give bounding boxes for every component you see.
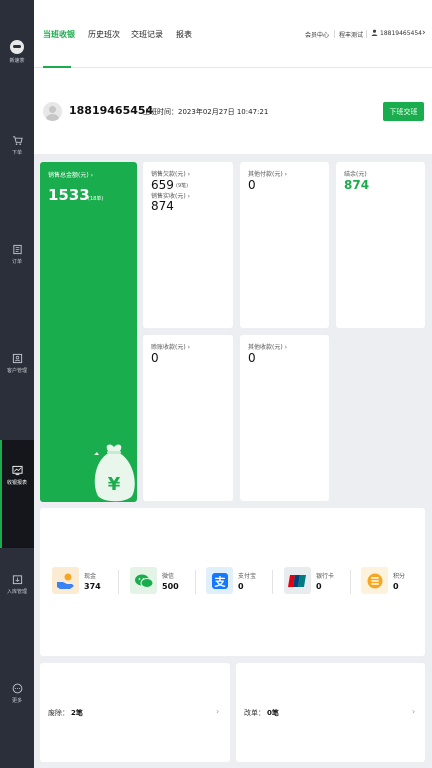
- points-icon: [361, 567, 388, 594]
- order-icon: [11, 243, 23, 255]
- sidebar-item-label: 收银报表: [6, 480, 27, 486]
- wechat-icon: [130, 567, 157, 594]
- customer-icon: [11, 352, 23, 364]
- payment-divider: [195, 570, 196, 594]
- payment-value: 0: [393, 582, 399, 591]
- svg-text:支: 支: [213, 574, 226, 588]
- alipay-icon: 支: [206, 567, 233, 594]
- sidebar-item-report[interactable]: 收银报表: [0, 440, 34, 548]
- warehouse-icon: [11, 573, 23, 585]
- modify-label: 改单：: [244, 709, 265, 717]
- other-income-value: 0: [248, 351, 256, 365]
- payment-divider: [350, 570, 351, 594]
- sidebar-item-label: 更多: [11, 698, 22, 704]
- balance-label: 结余(元): [344, 171, 367, 178]
- chevron-right-icon: ›: [216, 707, 220, 716]
- shift-time-label: 上班时间：: [143, 108, 178, 116]
- user-account[interactable]: 18819465454: [380, 30, 422, 37]
- payment-name: 支付宝: [238, 573, 257, 580]
- credit-collection-label: 赊账收款(元) ›: [151, 344, 190, 351]
- tab-reports[interactable]: 报表: [176, 29, 192, 40]
- tab-current-shift[interactable]: 当班收银: [43, 29, 75, 40]
- shift-time-value: 2023年02月27日 10:47:21: [178, 108, 269, 116]
- handover-button[interactable]: 下班交班: [383, 102, 424, 121]
- payment-name: 积分: [393, 573, 406, 580]
- sidebar-item-customers[interactable]: 客户管理: [0, 352, 34, 382]
- shift-info-bar: 18819465454 上班时间：2023年02月27日 10:47:21 下班…: [34, 68, 432, 154]
- tab-handover-records[interactable]: 交班记录: [131, 29, 163, 40]
- void-orders-card[interactable]: 废除： 2笔 ›: [40, 663, 230, 762]
- header-divider: [366, 30, 367, 38]
- cart-icon: [11, 134, 23, 146]
- sidebar-item-label: 订单: [11, 259, 22, 265]
- store-name[interactable]: 程丰测试: [339, 30, 363, 39]
- modified-orders-card[interactable]: 改单： 0笔 ›: [236, 663, 425, 762]
- sales-received-value: 874: [151, 199, 174, 213]
- payment-value: 0: [316, 582, 322, 591]
- sidebar-item-label: 下单: [11, 150, 22, 156]
- other-income-card[interactable]: 其他收款(元) › 0: [240, 335, 329, 501]
- credit-collection-value: 0: [151, 351, 159, 365]
- tab-history-shifts[interactable]: 历史班次: [88, 29, 120, 40]
- sidebar-item-orders[interactable]: 订单: [0, 243, 34, 273]
- logo-text: 新速茶: [9, 58, 25, 64]
- sidebar-item-more[interactable]: 更多: [0, 682, 34, 712]
- unionpay-icon: [284, 567, 311, 594]
- more-icon: [11, 682, 23, 694]
- payment-value: 0: [238, 582, 244, 591]
- payment-name: 现金: [84, 573, 97, 580]
- other-payment-label: 其他付款(元) ›: [248, 171, 287, 178]
- report-icon: [11, 464, 23, 476]
- sales-owed-label: 销售欠款(元) ›: [151, 171, 190, 178]
- avatar: [43, 102, 62, 121]
- balance-value: 874: [344, 178, 370, 192]
- sales-owed-card[interactable]: 销售欠款(元) › 659 (9笔) 销售实收(元) › 874: [143, 162, 233, 328]
- modify-value: 0笔: [267, 709, 279, 717]
- sales-total-count: (18单): [88, 196, 104, 202]
- other-income-label: 其他收款(元) ›: [248, 344, 287, 351]
- logo-icon: [10, 40, 24, 54]
- header-divider: [334, 30, 335, 38]
- sidebar-item-order-create[interactable]: 下单: [0, 134, 34, 164]
- balance-card: 结余(元) 874: [336, 162, 425, 328]
- void-label: 废除：: [48, 709, 69, 717]
- chevron-right-icon: ›: [412, 707, 416, 716]
- void-value: 2笔: [71, 709, 83, 717]
- money-bag-icon: ¥: [94, 444, 135, 502]
- payment-name: 微信: [162, 573, 175, 580]
- top-header: 当班收银 历史班次 交班记录 报表 会员中心 程丰测试 18819465454 …: [34, 0, 432, 68]
- sidebar-item-warehouse[interactable]: 入库管理: [0, 573, 34, 603]
- shift-start-time: 上班时间：2023年02月27日 10:47:21: [143, 107, 268, 117]
- sales-owed-count: (9笔): [176, 183, 189, 189]
- payment-divider: [118, 570, 119, 594]
- user-icon: [371, 29, 378, 38]
- sales-owed-value: 659: [151, 178, 174, 192]
- sales-total-title: 销售总金额(元) ›: [48, 172, 93, 179]
- cash-icon: [52, 567, 79, 594]
- payment-value: 374: [84, 582, 101, 591]
- sales-total-value: 1533: [48, 186, 90, 204]
- other-payment-value: 0: [248, 178, 256, 192]
- payment-name: 银行卡: [316, 573, 335, 580]
- credit-collection-card[interactable]: 赊账收款(元) › 0: [143, 335, 233, 501]
- sidebar-item-label: 入库管理: [6, 589, 27, 595]
- chevron-right-icon[interactable]: ›: [422, 28, 426, 38]
- payment-divider: [272, 570, 273, 594]
- sidebar-item-label: 客户管理: [6, 368, 27, 374]
- payment-value: 500: [162, 582, 179, 591]
- app-logo: 新速茶: [0, 40, 34, 64]
- member-center-link[interactable]: 会员中心: [305, 30, 329, 39]
- other-payment-card[interactable]: 其他付款(元) › 0: [240, 162, 329, 328]
- user-phone: 18819465454: [69, 104, 154, 117]
- sidebar: 新速茶 下单 订单 客户管理 收银报表 入库管理 更多: [0, 0, 34, 768]
- svg-text:¥: ¥: [108, 474, 121, 495]
